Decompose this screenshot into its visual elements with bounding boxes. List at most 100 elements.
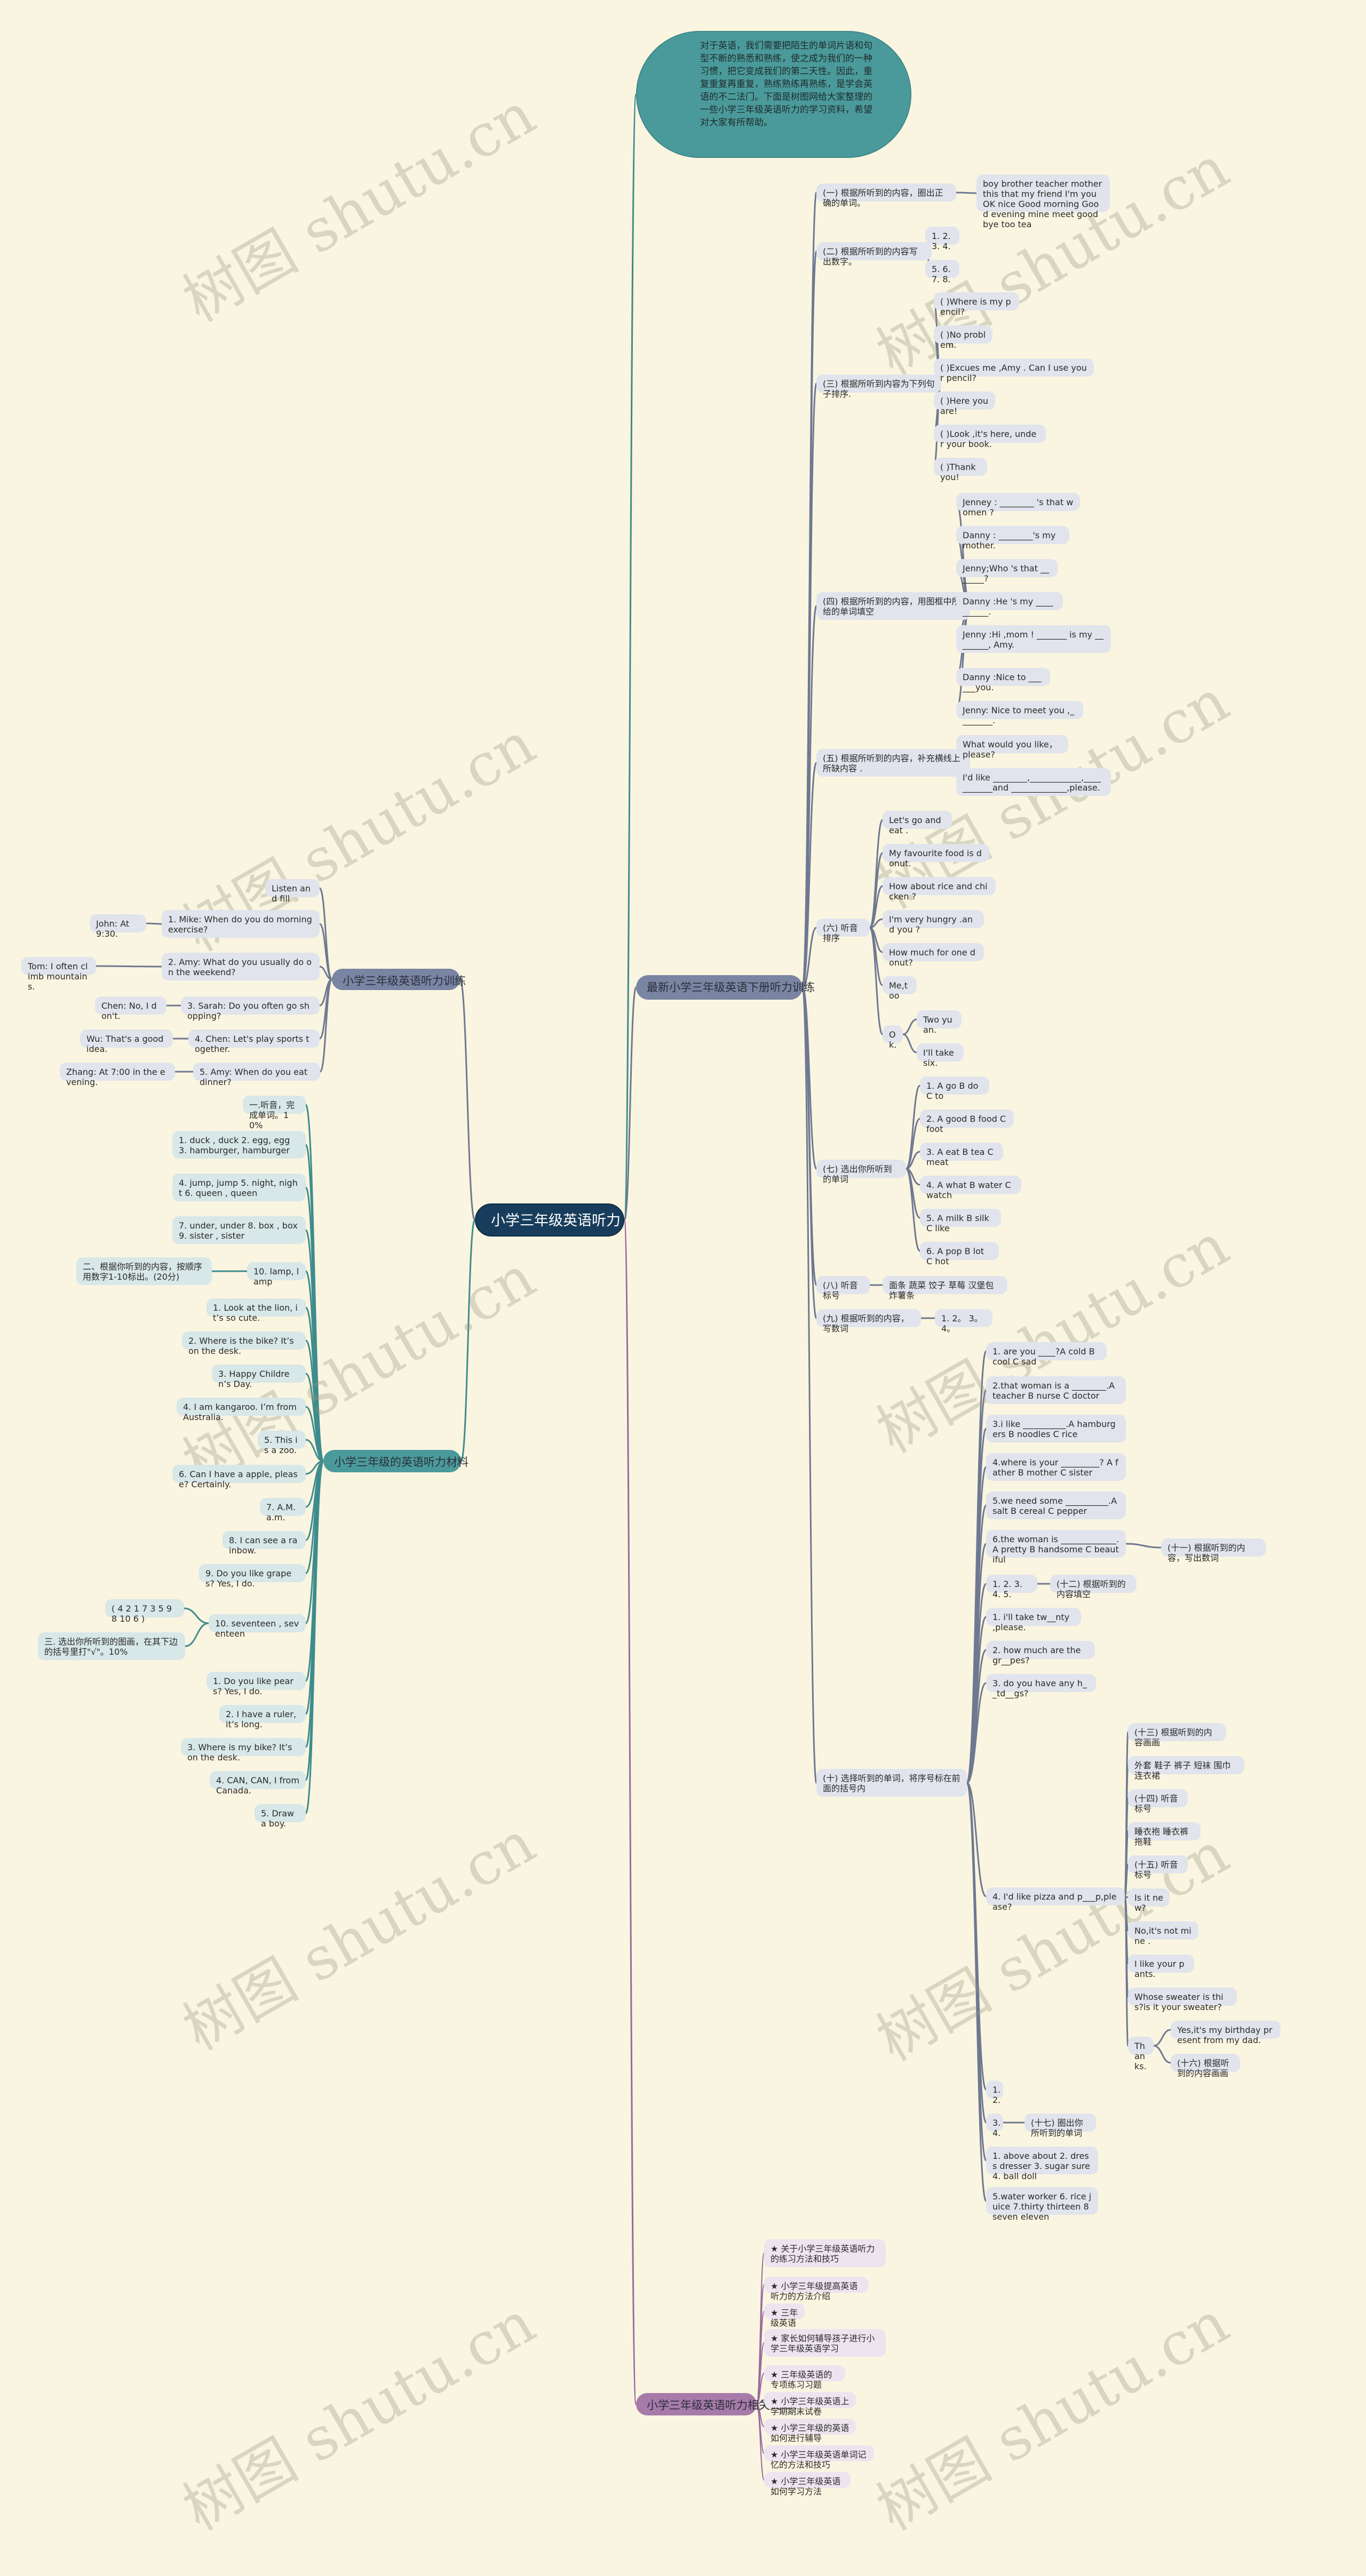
question-item[interactable]: 1. 2.: [986, 2080, 1003, 2105]
dialog-blank[interactable]: Danny :Nice to ______you.: [956, 668, 1050, 692]
sentence-item[interactable]: How much for one donut?: [883, 943, 984, 968]
sentence-item[interactable]: ( )Here you are!: [934, 392, 995, 416]
branch-listening-training[interactable]: 小学三年级英语听力训练: [332, 969, 466, 990]
exercise-answer[interactable]: Zhang: At 7:00 in the evening.: [60, 1063, 175, 1087]
related-article-link[interactable]: ★ 三年级英语: [764, 2303, 805, 2328]
answer-item[interactable]: (十五) 听音标号: [1128, 1855, 1188, 1880]
intro-bubble[interactable]: 对于英语，我们需要把陌生的单词片语和句型不断的熟悉和熟练，使之成为我们的一种习惯…: [636, 31, 911, 158]
related-article-link[interactable]: ★ 家长如何辅导孩子进行小学三年级英语学习: [764, 2329, 886, 2357]
exercise-question[interactable]: Listen and fill: [265, 879, 320, 904]
section-heading[interactable]: (七) 选出你所听到的单词: [816, 1160, 906, 1184]
material-item[interactable]: 7. A.M. a.m.: [260, 1498, 306, 1522]
question-item[interactable]: 6.the woman is _____________.A pretty B …: [986, 1530, 1126, 1565]
choice-item[interactable]: 1. A go B do C to: [920, 1076, 989, 1101]
material-item[interactable]: 1. Look at the lion, it’s so cute.: [207, 1298, 306, 1323]
section-heading[interactable]: (五) 根据所听到的内容，补充横线上所缺内容 .: [816, 749, 970, 777]
question-item[interactable]: 1. i'll take tw__nty ,please.: [986, 1608, 1081, 1632]
question-item[interactable]: 3. 4.: [986, 2114, 1003, 2138]
choice-item[interactable]: 4. A what B water C watch: [920, 1176, 1021, 1200]
answer-item[interactable]: Thanks.: [1128, 2037, 1154, 2071]
material-item[interactable]: 4. CAN, CAN, I from Canada.: [210, 1771, 306, 1796]
answer-item[interactable]: Is it new?: [1128, 1888, 1170, 1913]
exercise-answer[interactable]: Wu: That's a good idea.: [80, 1030, 173, 1054]
sentence-item[interactable]: I'll take six.: [917, 1043, 964, 1068]
dialog-blank[interactable]: I'd like ________,____________,_________…: [956, 768, 1111, 796]
answer-item[interactable]: 睡衣袍 睡衣裤 拖鞋: [1128, 1822, 1201, 1847]
exercise-answer[interactable]: Tom: I often climb mountains.: [21, 957, 96, 992]
section-heading[interactable]: (一) 根据所听到的内容，圈出正确的单词。: [816, 184, 956, 208]
material-item[interactable]: 9. Do you like grapes? Yes, I do.: [199, 1564, 306, 1589]
section-heading[interactable]: (二) 根据所听到的内容写出数字。: [816, 242, 932, 267]
exercise-question[interactable]: 1. Mike: When do you do morning exercise…: [162, 910, 320, 938]
answer-item[interactable]: Whose sweater is this?is it your sweater…: [1128, 1988, 1237, 2012]
exercise-question[interactable]: 4. Chen: Let's play sports together.: [188, 1030, 320, 1054]
related-article-link[interactable]: ★ 小学三年级的英语如何进行辅导: [764, 2419, 856, 2443]
material-item[interactable]: 2. Where is the bike? It’s on the desk.: [182, 1331, 306, 1356]
branch-related-articles[interactable]: 小学三年级英语听力相关文章：: [636, 2393, 804, 2415]
section-heading[interactable]: (八) 听音标号: [816, 1276, 870, 1301]
number-item[interactable]: 1. 2. 3. 4.: [925, 227, 959, 251]
question-item[interactable]: 3.i like __________.A hamburgers B noodl…: [986, 1415, 1126, 1442]
material-item[interactable]: 10. seventeen , seventeen: [209, 1614, 306, 1639]
answer-item[interactable]: 外套 鞋子 裤子 短袜 围巾 连衣裙: [1128, 1756, 1244, 1781]
question-item[interactable]: 5.water worker 6. rice juice 7.thirty th…: [986, 2187, 1098, 2222]
material-item[interactable]: 一.听音，完成单词。10%: [243, 1096, 306, 1130]
related-article-link[interactable]: ★ 小学三年级提高英语听力的方法介绍: [764, 2277, 869, 2301]
sentence-item[interactable]: I'm very hungry .and you ?: [883, 910, 984, 935]
sentence-item[interactable]: ( )Look ,it's here, under your book.: [934, 425, 1046, 449]
section-heading[interactable]: (十二) 根据听到的内容填空: [1050, 1575, 1137, 1599]
dialog-blank[interactable]: What would you like，please?: [956, 735, 1068, 760]
section-heading[interactable]: 三. 选出你所听到的图画，在其下边的括号里打"√"。10%: [38, 1632, 185, 1660]
dialog-blank[interactable]: Jenny: Nice to meet you ,________.: [956, 701, 1083, 725]
section-heading[interactable]: (十七) 圈出你所听到的单词: [1024, 2114, 1096, 2138]
sentence-item[interactable]: My favourite food is donut.: [883, 844, 989, 868]
dialog-blank[interactable]: Jenny;Who 's that _______?: [956, 559, 1058, 584]
choice-item[interactable]: 6. A pop B lot C hot: [920, 1242, 999, 1266]
material-item[interactable]: 7. under, under 8. box , box 9. sister ,…: [172, 1216, 306, 1244]
question-item[interactable]: 4. I'd like pizza and p___p,please?: [986, 1887, 1125, 1912]
branch-listening-material[interactable]: 小学三年级的英语听力材料: [323, 1450, 468, 1472]
question-item[interactable]: 1. are you ____?A cold B cool C sad: [986, 1342, 1107, 1367]
answer-item[interactable]: No,it's not mine .: [1128, 1921, 1198, 1946]
section-heading[interactable]: (十) 选择听到的单词，将序号标在前面的括号内: [816, 1769, 967, 1797]
branch-latest-training[interactable]: 最新小学三年级英语下册听力训练: [636, 975, 815, 1000]
section-heading[interactable]: (三) 根据所听到内容为下列句子排序.: [816, 374, 941, 399]
exercise-question[interactable]: 2. Amy: What do you usually do on the we…: [162, 953, 320, 980]
answer-item[interactable]: (十三) 根据听到的内容画画: [1128, 1723, 1226, 1748]
question-item[interactable]: 1. 2. 3. 4. 5.: [986, 1575, 1037, 1599]
material-item[interactable]: 4. jump, jump 5. night, night 6. queen ,…: [172, 1174, 306, 1201]
exercise-question[interactable]: 3. Sarah: Do you often go shopping?: [181, 996, 320, 1021]
exercise-answer[interactable]: John: At 9:30.: [90, 914, 146, 939]
sentence-item[interactable]: ( )Excues me ,Amy . Can I use your penci…: [934, 358, 1094, 383]
section-heading[interactable]: (四) 根据所听到的内容，用图框中所给的单词填空: [816, 592, 970, 620]
number-item[interactable]: 1. 2。 3。 4。: [935, 1309, 992, 1334]
number-item[interactable]: 5. 6. 7. 8.: [925, 260, 959, 284]
material-item[interactable]: 1. duck , duck 2. egg, egg 3. hamburger,…: [172, 1131, 306, 1159]
sentence-item[interactable]: ( )No problem.: [934, 325, 992, 350]
material-item[interactable]: 1. Do you like pears? Yes, I do.: [207, 1672, 306, 1696]
question-item[interactable]: 1. above about 2. dress dresser 3. sugar…: [986, 2147, 1098, 2181]
question-item[interactable]: 4.where is your _________? A father B mo…: [986, 1453, 1126, 1481]
exercise-question[interactable]: 5. Amy: When do you eat dinner?: [193, 1063, 320, 1087]
word-list[interactable]: boy brother teacher mother this that my …: [976, 174, 1110, 229]
dialog-blank[interactable]: Danny :He 's my __________.: [956, 592, 1063, 617]
sentence-item[interactable]: ( )Thank you!: [934, 458, 987, 482]
section-heading[interactable]: (十一) 根据听到的内容，写出数词: [1161, 1538, 1266, 1563]
answer-item[interactable]: I like your pants.: [1128, 1955, 1194, 1979]
sentence-item[interactable]: How about rice and chicken ?: [883, 877, 996, 902]
question-item[interactable]: 5.we need some __________.A salt B cerea…: [986, 1492, 1126, 1519]
sentence-item[interactable]: Me,too: [883, 976, 917, 1001]
dialog-blank[interactable]: Danny : ________'s my mother.: [956, 526, 1069, 551]
choice-item[interactable]: 5. A milk B silk C like: [920, 1209, 1001, 1233]
question-item[interactable]: 2. how much are the gr__pes?: [986, 1641, 1095, 1665]
related-article-link[interactable]: ★ 关于小学三年级英语听力的练习方法和技巧: [764, 2239, 886, 2267]
sentence-item[interactable]: Ok.: [883, 1025, 903, 1050]
material-item[interactable]: 3. Happy Children’s Day.: [212, 1365, 306, 1389]
material-item[interactable]: 10. lamp, lamp: [247, 1262, 306, 1287]
exercise-answer[interactable]: Chen: No, I don't.: [95, 996, 166, 1021]
material-item[interactable]: 6. Can I have a apple, please? Certainly…: [172, 1465, 306, 1489]
dialog-blank[interactable]: Jenney : ________ 's that women ?: [956, 493, 1080, 517]
material-item[interactable]: 2. I have a ruler, it’s long.: [219, 1705, 306, 1729]
dialog-blank[interactable]: Jenny :Hi ,mom ! _______ is my ________,…: [956, 625, 1111, 653]
word-list[interactable]: 面条 蔬菜 饺子 草莓 汉堡包 炸薯条: [883, 1276, 1007, 1301]
